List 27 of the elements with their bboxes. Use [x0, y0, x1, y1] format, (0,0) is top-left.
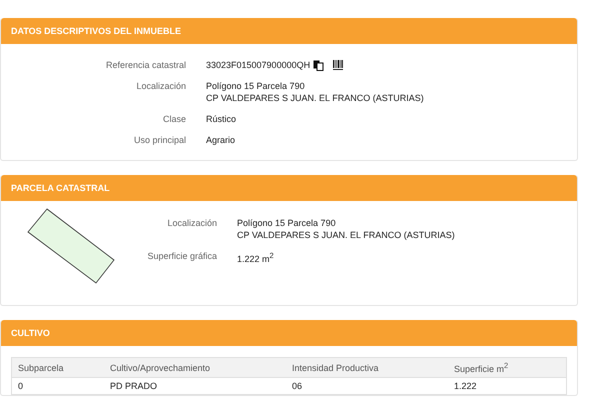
- table-cell: 1.222: [454, 380, 477, 392]
- field-label: Superficie gráfica: [146, 250, 217, 263]
- field-value: Agrario: [206, 134, 236, 146]
- section-header: CULTIVO: [1, 320, 577, 346]
- barcode-icon[interactable]: [333, 60, 344, 70]
- section-header: PARCELA CATASTRAL: [1, 175, 577, 201]
- table-cell: 06: [292, 380, 302, 392]
- table-cell: PD PRADO: [110, 380, 158, 392]
- field-label: Localización: [166, 217, 217, 230]
- column-header: Cultivo/Aprovechamiento: [110, 362, 210, 374]
- field-label: Clase: [162, 113, 186, 125]
- field-value: CP VALDEPARES S JUAN. EL FRANCO (ASTURIAS): [237, 229, 455, 241]
- field-label: Uso principal: [132, 134, 186, 146]
- field-value: 1.222 m$^{2}$: [237, 250, 274, 265]
- field-value: Polígono 15 Parcela 790: [206, 80, 305, 92]
- field-value: CP VALDEPARES S JUAN. EL FRANCO (ASTURIAS): [206, 92, 424, 104]
- table-cell: 0: [18, 380, 24, 392]
- field-label: Localización: [135, 80, 186, 93]
- column-header: Superficie m$^{2}$: [454, 360, 508, 375]
- field-label: Referencia catastral: [104, 59, 186, 71]
- column-header: Subparcela: [18, 362, 64, 374]
- section-header: DATOS DESCRIPTIVOS DEL INMUEBLE: [1, 18, 577, 44]
- copy-icon[interactable]: [313, 60, 324, 70]
- field-value: Polígono 15 Parcela 790: [237, 217, 336, 229]
- column-header: Intensidad Productiva: [292, 362, 379, 374]
- field-value: Rústico: [206, 113, 236, 125]
- field-value: 33023F015007900000QH: [206, 59, 310, 71]
